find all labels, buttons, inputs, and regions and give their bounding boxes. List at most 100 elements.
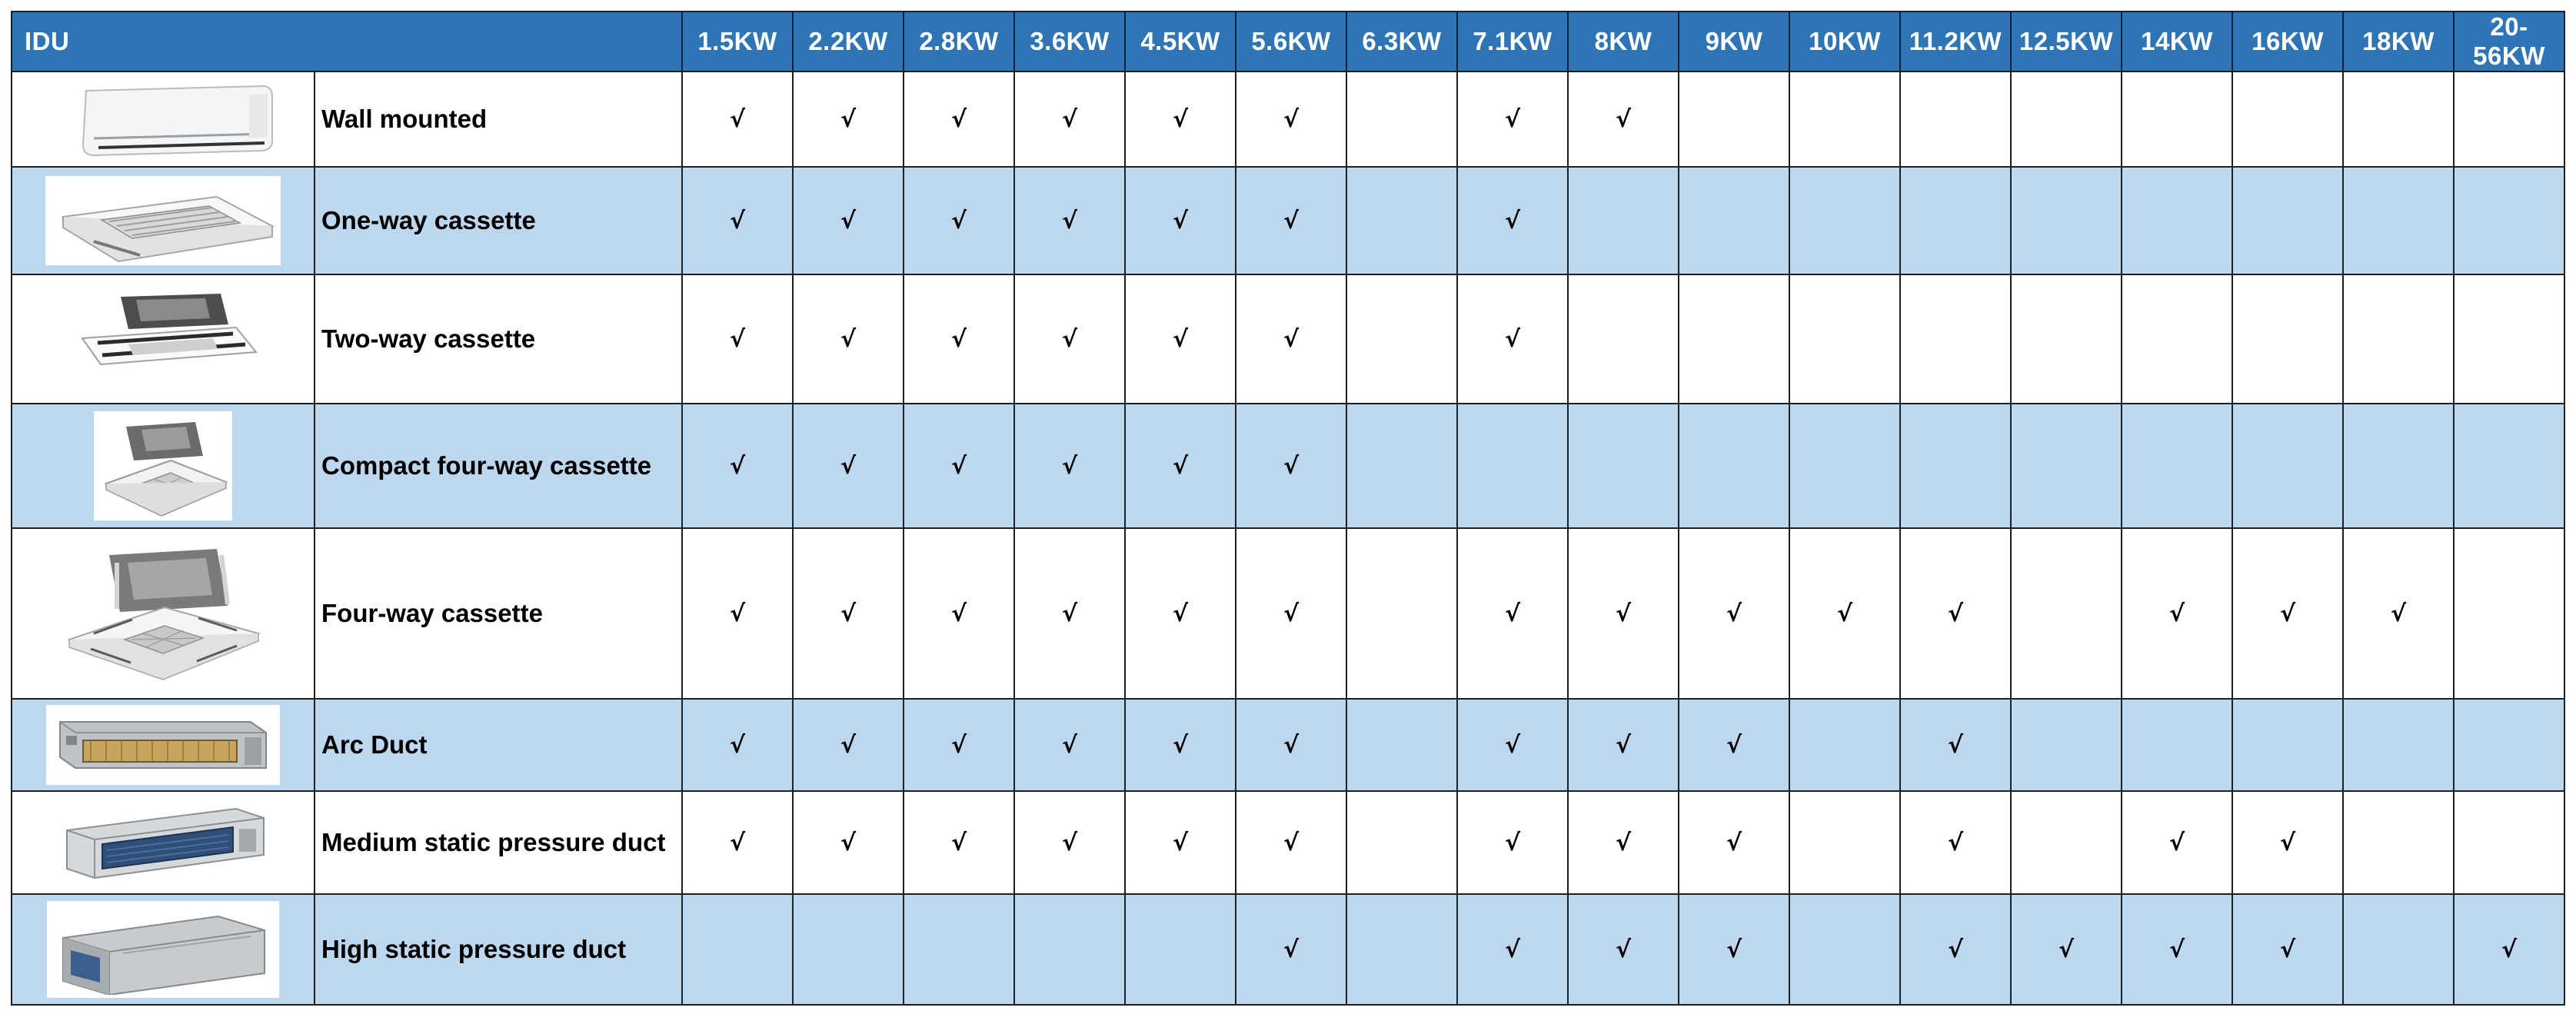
check-mark: √ bbox=[1124, 698, 1236, 792]
capacity-header: 20-56KW bbox=[2453, 11, 2565, 72]
table-row: Two-way cassette √ √ √ √ √ √ √ bbox=[11, 274, 2565, 404]
check-mark: √ bbox=[1567, 893, 1679, 1006]
empty-cell bbox=[1346, 790, 1458, 895]
check-mark: √ bbox=[2232, 790, 2344, 895]
empty-cell bbox=[2232, 274, 2344, 404]
empty-cell bbox=[1899, 166, 2012, 275]
check-mark: √ bbox=[2232, 527, 2344, 700]
empty-cell bbox=[1789, 698, 1901, 792]
empty-cell bbox=[2342, 893, 2455, 1006]
empty-cell bbox=[2453, 527, 2565, 700]
check-mark: √ bbox=[1456, 698, 1569, 792]
check-mark: √ bbox=[903, 698, 1015, 792]
check-mark: √ bbox=[903, 71, 1015, 168]
check-mark: √ bbox=[1235, 698, 1347, 792]
check-mark: √ bbox=[1013, 527, 1126, 700]
table-row: Four-way cassette √ √ √ √ √ √ √ √ √ √ √ √ √ √ bbox=[11, 527, 2565, 700]
check-mark: √ bbox=[1124, 71, 1236, 168]
empty-cell bbox=[2232, 698, 2344, 792]
check-mark: √ bbox=[1789, 527, 1901, 700]
table-row: Medium static pressure duct √ √ √ √ √ √ √ √ √ √ √ √ bbox=[11, 790, 2565, 895]
empty-cell bbox=[2232, 71, 2344, 168]
check-mark: √ bbox=[681, 71, 794, 168]
check-mark: √ bbox=[792, 698, 904, 792]
check-mark: √ bbox=[1456, 274, 1569, 404]
empty-cell bbox=[681, 893, 794, 1006]
empty-cell bbox=[2121, 71, 2233, 168]
check-mark: √ bbox=[681, 166, 794, 275]
check-mark: √ bbox=[792, 274, 904, 404]
empty-cell bbox=[2010, 698, 2122, 792]
check-mark: √ bbox=[1678, 527, 1790, 700]
idu-type-name: Compact four-way cassette bbox=[314, 403, 683, 529]
empty-cell bbox=[1013, 893, 1126, 1006]
check-mark: √ bbox=[2342, 527, 2455, 700]
check-mark: √ bbox=[2121, 790, 2233, 895]
empty-cell bbox=[1789, 166, 1901, 275]
empty-cell bbox=[2010, 166, 2122, 275]
check-mark: √ bbox=[1456, 893, 1569, 1006]
check-mark: √ bbox=[1013, 274, 1126, 404]
empty-cell bbox=[1899, 71, 2012, 168]
empty-cell bbox=[1789, 71, 1901, 168]
check-mark: √ bbox=[1567, 71, 1679, 168]
empty-cell bbox=[903, 893, 1015, 1006]
empty-cell bbox=[1789, 274, 1901, 404]
empty-cell bbox=[2010, 274, 2122, 404]
check-mark: √ bbox=[1013, 698, 1126, 792]
capacity-header: 2.2KW bbox=[792, 11, 904, 72]
check-mark: √ bbox=[1456, 166, 1569, 275]
capacity-header: 6.3KW bbox=[1346, 11, 1458, 72]
two-way-cassette-image bbox=[11, 274, 315, 404]
empty-cell bbox=[2232, 403, 2344, 529]
idu-capacity-table: IDU 1.5KW 2.2KW 2.8KW 3.6KW 4.5KW 5.6KW 6.3KW 7… bbox=[11, 11, 2565, 1006]
check-mark: √ bbox=[2121, 527, 2233, 700]
empty-cell bbox=[1346, 403, 1458, 529]
empty-cell bbox=[2121, 403, 2233, 529]
capacity-header: 9KW bbox=[1678, 11, 1790, 72]
empty-cell bbox=[1346, 893, 1458, 1006]
check-mark: √ bbox=[1124, 790, 1236, 895]
empty-cell bbox=[2453, 71, 2565, 168]
check-mark: √ bbox=[1235, 790, 1347, 895]
table-row: High static pressure duct √ √ √ √ √ √ √ √ √ bbox=[11, 893, 2565, 1006]
empty-cell bbox=[2342, 274, 2455, 404]
check-mark: √ bbox=[681, 274, 794, 404]
idu-type-name: Four-way cassette bbox=[314, 527, 683, 700]
check-mark: √ bbox=[1235, 71, 1347, 168]
empty-cell bbox=[2121, 166, 2233, 275]
check-mark: √ bbox=[792, 527, 904, 700]
empty-cell bbox=[2342, 403, 2455, 529]
empty-cell bbox=[2342, 166, 2455, 275]
capacity-header: 10KW bbox=[1789, 11, 1901, 72]
check-mark: √ bbox=[1567, 698, 1679, 792]
empty-cell bbox=[1678, 403, 1790, 529]
check-mark: √ bbox=[1235, 403, 1347, 529]
check-mark: √ bbox=[1235, 274, 1347, 404]
check-mark: √ bbox=[1124, 166, 1236, 275]
table-row: Compact four-way cassette √ √ √ √ √ √ bbox=[11, 403, 2565, 529]
check-mark: √ bbox=[1899, 893, 2012, 1006]
empty-cell bbox=[2010, 527, 2122, 700]
check-mark: √ bbox=[1124, 403, 1236, 529]
check-mark: √ bbox=[1235, 166, 1347, 275]
idu-type-name: Arc Duct bbox=[314, 698, 683, 792]
check-mark: √ bbox=[1013, 71, 1126, 168]
table-row: Arc Duct √ √ √ √ √ √ √ √ √ √ bbox=[11, 698, 2565, 792]
check-mark: √ bbox=[681, 790, 794, 895]
check-mark: √ bbox=[1567, 527, 1679, 700]
capacity-header: 1.5KW bbox=[681, 11, 794, 72]
empty-cell bbox=[2453, 698, 2565, 792]
empty-cell bbox=[1346, 698, 1458, 792]
check-mark: √ bbox=[903, 527, 1015, 700]
arc-duct-image bbox=[11, 698, 315, 792]
empty-cell bbox=[2453, 403, 2565, 529]
empty-cell bbox=[2342, 790, 2455, 895]
check-mark: √ bbox=[1124, 527, 1236, 700]
capacity-header: 18KW bbox=[2342, 11, 2455, 72]
check-mark: √ bbox=[903, 403, 1015, 529]
check-mark: √ bbox=[1456, 71, 1569, 168]
empty-cell bbox=[1899, 403, 2012, 529]
empty-cell bbox=[1678, 71, 1790, 168]
check-mark: √ bbox=[1678, 698, 1790, 792]
